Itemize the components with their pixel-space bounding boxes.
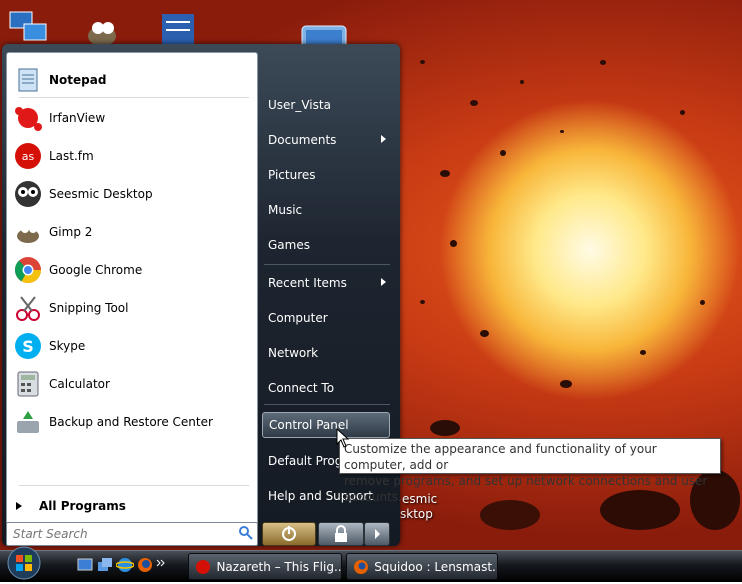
lock-icon [335, 525, 347, 542]
places-connect-to[interactable]: Connect To [262, 375, 390, 401]
windows-logo-icon [7, 546, 41, 580]
places-label: Pictures [268, 168, 316, 182]
places-user-vista[interactable]: User_Vista [262, 92, 390, 118]
submenu-arrow-icon [381, 278, 386, 286]
program-calculator[interactable]: Calculator [7, 367, 257, 401]
word-desktop-icon[interactable] [156, 8, 200, 48]
tooltip-line: Customize the appearance and functionali… [344, 442, 657, 472]
program-label: IrfanView [49, 111, 106, 125]
irfanview-icon [11, 101, 45, 135]
mouse-cursor-icon [336, 428, 350, 448]
taskbar-button-squidoo[interactable]: Squidoo : Lensmast... [346, 553, 498, 580]
lock-button[interactable] [318, 522, 364, 546]
start-button[interactable] [4, 545, 44, 581]
places-games[interactable]: Games [262, 232, 390, 258]
places-label: Recent Items [268, 276, 347, 290]
taskbar-button-nazareth[interactable]: Nazareth – This Flig... [188, 553, 342, 580]
control-panel-tooltip: Customize the appearance and functionali… [339, 438, 721, 504]
taskbar-button-label: Squidoo : Lensmast... [374, 559, 497, 574]
all-programs-label: All Programs [39, 499, 126, 513]
program-label: Last.fm [49, 149, 94, 163]
places-network[interactable]: Network [262, 340, 390, 366]
places-label: Music [268, 203, 303, 217]
svg-text:as: as [22, 150, 35, 163]
taskbar-button-label: Nazareth – This Flig... [216, 559, 341, 574]
snipping-tool-icon [11, 291, 45, 325]
program-lastfm[interactable]: as Last.fm [7, 139, 257, 173]
places-music[interactable]: Music [262, 197, 390, 223]
program-google-chrome[interactable]: Google Chrome [7, 253, 257, 287]
show-desktop-icon[interactable] [76, 556, 94, 574]
places-label: Computer [268, 311, 328, 325]
places-control-panel[interactable]: Control Panel [262, 412, 390, 438]
firefox-icon [354, 559, 368, 574]
lastfm-icon: as [11, 139, 45, 173]
program-label: Google Chrome [49, 263, 143, 277]
program-label: Seesmic Desktop [49, 187, 153, 201]
shutdown-options-button[interactable] [364, 522, 390, 546]
start-menu-programs-pane: Notepad IrfanView as Last.fm Seesmic Des… [6, 52, 258, 526]
program-seesmic[interactable]: Seesmic Desktop [7, 177, 257, 211]
tooltip-line: remove programs, and set up network conn… [344, 474, 708, 504]
program-backup-restore[interactable]: Backup and Restore Center [7, 405, 257, 439]
program-notepad[interactable]: Notepad [7, 63, 257, 97]
lastfm-icon [196, 559, 210, 574]
start-search-box[interactable] [6, 522, 258, 546]
places-label: Connect To [268, 381, 335, 395]
chevron-right-icon[interactable] [156, 556, 166, 574]
search-icon[interactable] [239, 526, 253, 540]
desktop-label-desktop: sktop [400, 507, 433, 521]
chrome-icon [11, 253, 45, 287]
places-documents[interactable]: Documents [262, 127, 390, 153]
program-label: Gimp 2 [49, 225, 93, 239]
places-label: Network [268, 346, 319, 360]
switch-windows-icon[interactable] [96, 556, 114, 574]
program-label: Skype [49, 339, 86, 353]
seesmic-icon [11, 177, 45, 211]
program-snipping-tool[interactable]: Snipping Tool [7, 291, 257, 325]
internet-explorer-icon[interactable] [116, 556, 134, 574]
calculator-icon [11, 367, 45, 401]
svg-text:S: S [22, 337, 34, 356]
gimp-icon [11, 215, 45, 249]
places-recent-items[interactable]: Recent Items [262, 270, 390, 296]
chevron-right-icon [375, 529, 380, 539]
places-pictures[interactable]: Pictures [262, 162, 390, 188]
program-label: Calculator [49, 377, 110, 391]
power-icon [282, 526, 296, 541]
program-label: Snipping Tool [49, 301, 129, 315]
backup-restore-icon [11, 405, 45, 439]
submenu-arrow-icon [381, 135, 386, 143]
program-label: Notepad [49, 73, 107, 87]
all-programs-button[interactable]: All Programs [7, 489, 257, 523]
arrow-right-icon [16, 502, 22, 510]
power-button[interactable] [262, 522, 316, 546]
places-label: Documents [268, 133, 337, 147]
program-gimp[interactable]: Gimp 2 [7, 215, 257, 249]
places-computer[interactable]: Computer [262, 305, 390, 331]
notepad-icon [11, 63, 45, 97]
program-skype[interactable]: S Skype [7, 329, 257, 363]
network-desktop-icon[interactable] [6, 6, 50, 46]
places-label: Games [268, 238, 310, 252]
start-search-input[interactable] [11, 525, 235, 543]
program-irfanview[interactable]: IrfanView [7, 101, 257, 135]
skype-icon: S [11, 329, 45, 363]
program-label: Backup and Restore Center [49, 415, 213, 429]
firefox-icon[interactable] [136, 556, 154, 574]
places-label: User_Vista [268, 98, 331, 112]
